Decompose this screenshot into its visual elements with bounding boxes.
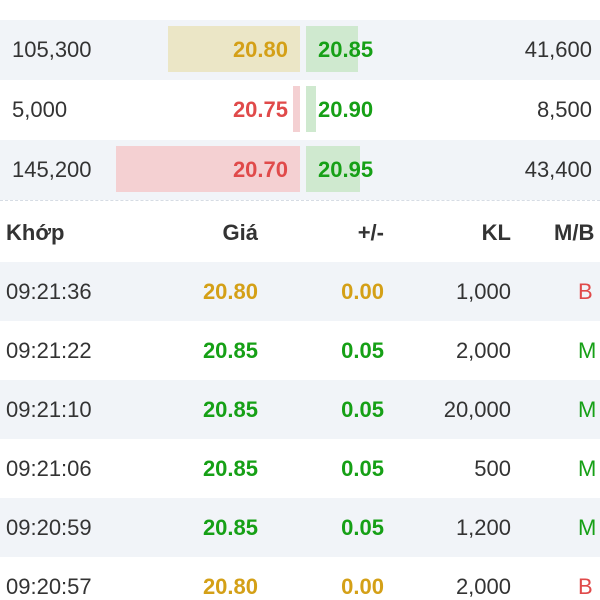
trade-time: 09:20:57 [6, 574, 92, 599]
matched-trades-table: Khớp Giá +/- KL M/B 09:21:36 20.80 0.00 … [0, 204, 600, 600]
trade-price: 20.80 [202, 574, 258, 599]
trade-volume: 500 [474, 456, 511, 481]
trade-side: M [578, 397, 597, 422]
bid-price[interactable]: 20.75 [233, 80, 288, 140]
header-time[interactable]: Khớp [6, 204, 64, 262]
bid-price[interactable]: 20.80 [233, 20, 288, 80]
bid-volume: 145,200 [12, 157, 92, 182]
trade-row[interactable]: 09:20:57 20.80 0.00 2,000 B [0, 557, 600, 600]
trade-price: 20.85 [202, 456, 258, 481]
trade-change: 0.05 [341, 397, 384, 422]
trade-side: M [578, 515, 597, 540]
trade-time: 09:21:10 [6, 397, 92, 422]
trade-row[interactable]: 09:21:06 20.85 0.05 500 M [0, 439, 600, 498]
trade-side: B [578, 574, 593, 599]
section-divider [0, 200, 600, 201]
trade-side: M [578, 456, 597, 481]
ask-volume: 8,500 [536, 97, 592, 122]
trade-volume: 20,000 [443, 397, 511, 422]
trade-time: 09:21:36 [6, 279, 92, 304]
ask-volume: 43,400 [524, 157, 592, 182]
header-side[interactable]: M/B [554, 204, 594, 262]
cropped-header-strip [0, 0, 600, 20]
order-book: 105,300 20.80 20.85 41,600 5,000 20.75 2… [0, 20, 600, 200]
trade-volume: 1,200 [455, 515, 511, 540]
trade-time: 09:21:22 [6, 338, 92, 363]
order-book-row: 105,300 20.80 20.85 41,600 [0, 20, 600, 80]
header-price[interactable]: Giá [223, 204, 258, 262]
bid-volume: 5,000 [12, 97, 68, 122]
header-volume[interactable]: KL [482, 204, 511, 262]
ask-price[interactable]: 20.95 [318, 140, 373, 200]
ask-volume-bar [306, 86, 316, 132]
bid-price[interactable]: 20.70 [233, 140, 288, 200]
order-book-row: 145,200 20.70 20.95 43,400 [0, 140, 600, 200]
trade-change: 0.05 [341, 515, 384, 540]
trade-price: 20.80 [202, 279, 258, 304]
trade-row[interactable]: 09:20:59 20.85 0.05 1,200 M [0, 498, 600, 557]
trade-row[interactable]: 09:21:10 20.85 0.05 20,000 M [0, 380, 600, 439]
trade-change: 0.00 [341, 279, 384, 304]
ask-volume: 41,600 [524, 37, 592, 62]
trade-price: 20.85 [202, 515, 258, 540]
trade-price: 20.85 [202, 397, 258, 422]
trade-volume: 2,000 [455, 574, 511, 599]
bid-volume-bar [293, 86, 300, 132]
trade-change: 0.00 [341, 574, 384, 599]
trade-change: 0.05 [341, 456, 384, 481]
ask-price[interactable]: 20.90 [318, 80, 373, 140]
trade-change: 0.05 [341, 338, 384, 363]
trade-row[interactable]: 09:21:22 20.85 0.05 2,000 M [0, 321, 600, 380]
trade-price: 20.85 [202, 338, 258, 363]
trades-header-row: Khớp Giá +/- KL M/B [0, 204, 600, 262]
trade-side: B [578, 279, 593, 304]
trade-time: 09:20:59 [6, 515, 92, 540]
order-book-row: 5,000 20.75 20.90 8,500 [0, 80, 600, 140]
header-change[interactable]: +/- [358, 204, 384, 262]
trade-volume: 1,000 [455, 279, 511, 304]
bid-volume: 105,300 [12, 37, 92, 62]
trade-time: 09:21:06 [6, 456, 92, 481]
trade-row[interactable]: 09:21:36 20.80 0.00 1,000 B [0, 262, 600, 321]
trade-side: M [578, 338, 597, 363]
trade-volume: 2,000 [455, 338, 511, 363]
ask-price[interactable]: 20.85 [318, 20, 373, 80]
